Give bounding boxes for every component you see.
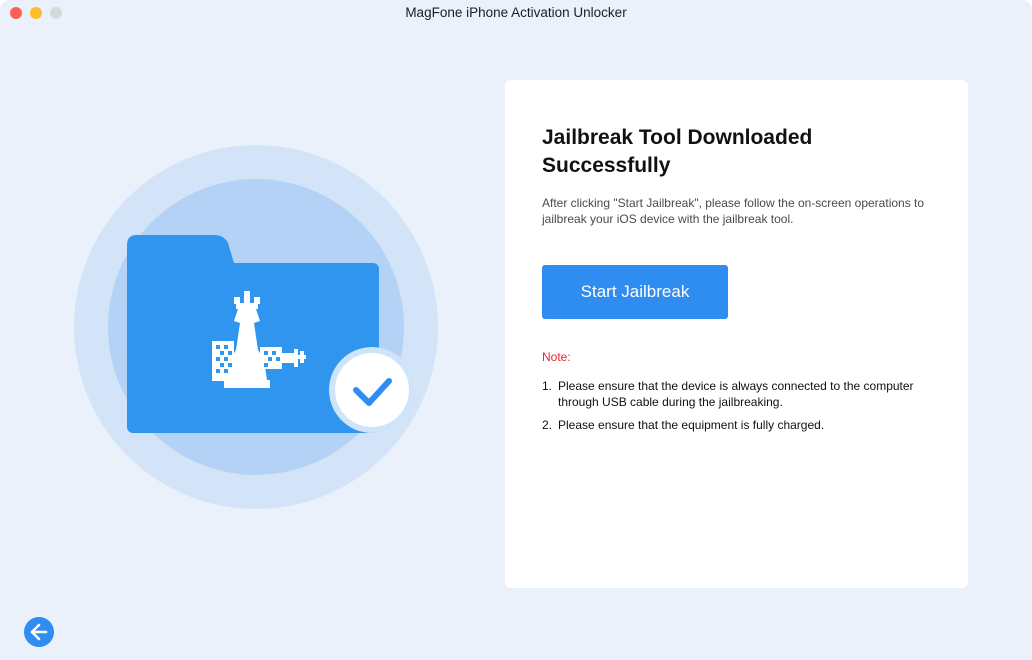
app-window: MagFone iPhone Activation Unlocker Jailb… <box>0 0 1032 660</box>
card-title: Jailbreak Tool Downloaded Successfully <box>542 126 813 177</box>
window-title: MagFone iPhone Activation Unlocker <box>405 5 627 20</box>
note-label: Note: <box>542 350 571 364</box>
result-card: Jailbreak Tool Downloaded Successfully A… <box>505 80 968 588</box>
note-number: 2. <box>542 418 553 432</box>
checkmark-icon <box>329 347 415 433</box>
note-list: 1. Please ensure that the device is alwa… <box>542 378 942 440</box>
note-text: Please ensure that the device is always … <box>558 379 914 409</box>
jailbreak-illustration <box>74 145 438 509</box>
start-jailbreak-button[interactable]: Start Jailbreak <box>542 265 728 319</box>
back-button[interactable] <box>24 617 54 647</box>
note-text: Please ensure that the equipment is full… <box>558 418 825 432</box>
title-bar: MagFone iPhone Activation Unlocker <box>0 0 1032 26</box>
note-item: 2. Please ensure that the equipment is f… <box>542 417 942 433</box>
note-number: 1. <box>542 379 553 393</box>
card-description: After clicking "Start Jailbreak", please… <box>542 196 925 226</box>
arrow-left-icon <box>30 623 48 641</box>
note-item: 1. Please ensure that the device is alwa… <box>542 378 942 410</box>
